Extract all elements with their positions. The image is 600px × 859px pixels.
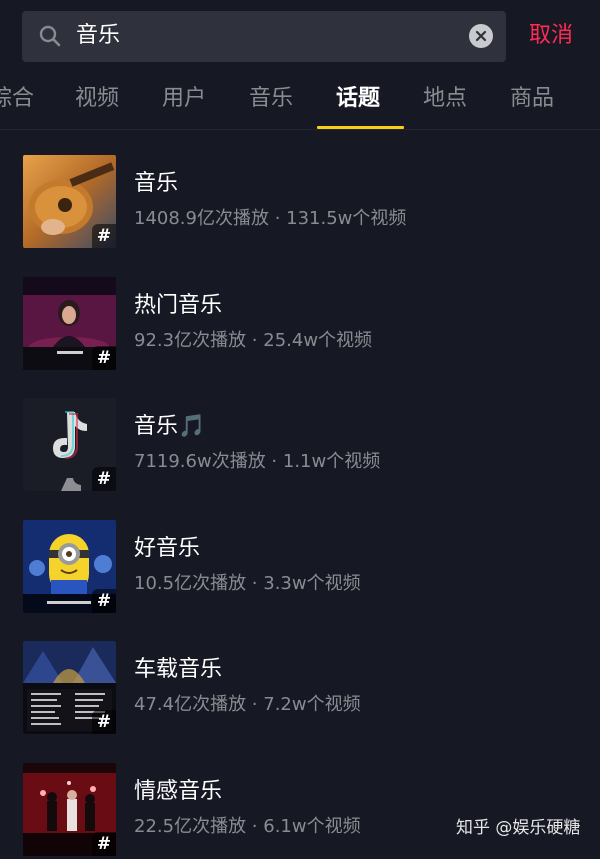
topic-title: 车载音乐 xyxy=(134,657,223,682)
topic-result-item[interactable]: # 音乐🎵 7119.6w次播放 · 1.1w个视频 xyxy=(0,398,600,494)
tab-topics[interactable]: 话题 xyxy=(336,84,380,114)
topic-stats: 92.3亿次播放 · 25.4w个视频 xyxy=(134,330,373,351)
search-bar[interactable]: 音乐 xyxy=(22,11,506,62)
clear-icon[interactable] xyxy=(469,24,493,48)
hashtag-icon: # xyxy=(92,832,116,856)
singer-thumbnail: # xyxy=(23,277,116,370)
hashtag-icon: # xyxy=(92,346,116,370)
topic-stats: 1408.9亿次播放 · 131.5w个视频 xyxy=(134,208,407,229)
stage-band-thumbnail: # xyxy=(23,763,116,856)
topic-stats: 10.5亿次播放 · 3.3w个视频 xyxy=(134,573,361,594)
tab-products[interactable]: 商品 xyxy=(510,84,554,114)
guitar-thumbnail: # xyxy=(23,155,116,248)
topic-result-item[interactable]: # 车载音乐 47.4亿次播放 · 7.2w个视频 xyxy=(0,641,600,737)
topic-title: 音乐🎵 xyxy=(134,414,206,439)
search-input[interactable]: 音乐 xyxy=(76,22,120,50)
hashtag-icon: # xyxy=(92,710,116,734)
hashtag-icon: # xyxy=(92,467,116,491)
topic-title: 热门音乐 xyxy=(134,293,223,318)
tab-users[interactable]: 用户 xyxy=(162,84,206,114)
tiktok-logo-thumbnail: # xyxy=(23,398,116,491)
cancel-button[interactable]: 取消 xyxy=(529,21,573,51)
tab-videos[interactable]: 视频 xyxy=(75,84,119,114)
topic-result-item[interactable]: # 情感音乐 22.5亿次播放 · 6.1w个视频 xyxy=(0,763,600,859)
divider xyxy=(0,129,600,130)
minion-thumbnail: # xyxy=(23,520,116,613)
topic-result-item[interactable]: # 音乐 1408.9亿次播放 · 131.5w个视频 xyxy=(0,155,600,251)
topic-title: 好音乐 xyxy=(134,536,201,561)
tab-places[interactable]: 地点 xyxy=(423,84,467,114)
watermark: 知乎 @娱乐硬糖 xyxy=(456,818,581,838)
topic-result-item[interactable]: # 好音乐 10.5亿次播放 · 3.3w个视频 xyxy=(0,520,600,616)
tab-bar: 综合 视频 用户 音乐 话题 地点 商品 xyxy=(0,72,600,128)
topic-stats: 47.4亿次播放 · 7.2w个视频 xyxy=(134,694,361,715)
hashtag-icon: # xyxy=(92,224,116,248)
topic-title: 情感音乐 xyxy=(134,779,223,804)
topic-result-item[interactable]: # 热门音乐 92.3亿次播放 · 25.4w个视频 xyxy=(0,277,600,373)
topic-title: 音乐 xyxy=(134,171,179,196)
topic-stats: 22.5亿次播放 · 6.1w个视频 xyxy=(134,816,361,837)
tab-music[interactable]: 音乐 xyxy=(249,84,293,114)
concert-playlist-thumbnail: # xyxy=(23,641,116,734)
search-icon xyxy=(39,25,61,47)
topic-stats: 7119.6w次播放 · 1.1w个视频 xyxy=(134,451,381,472)
hashtag-icon: # xyxy=(92,589,116,613)
tab-general[interactable]: 综合 xyxy=(0,84,34,114)
